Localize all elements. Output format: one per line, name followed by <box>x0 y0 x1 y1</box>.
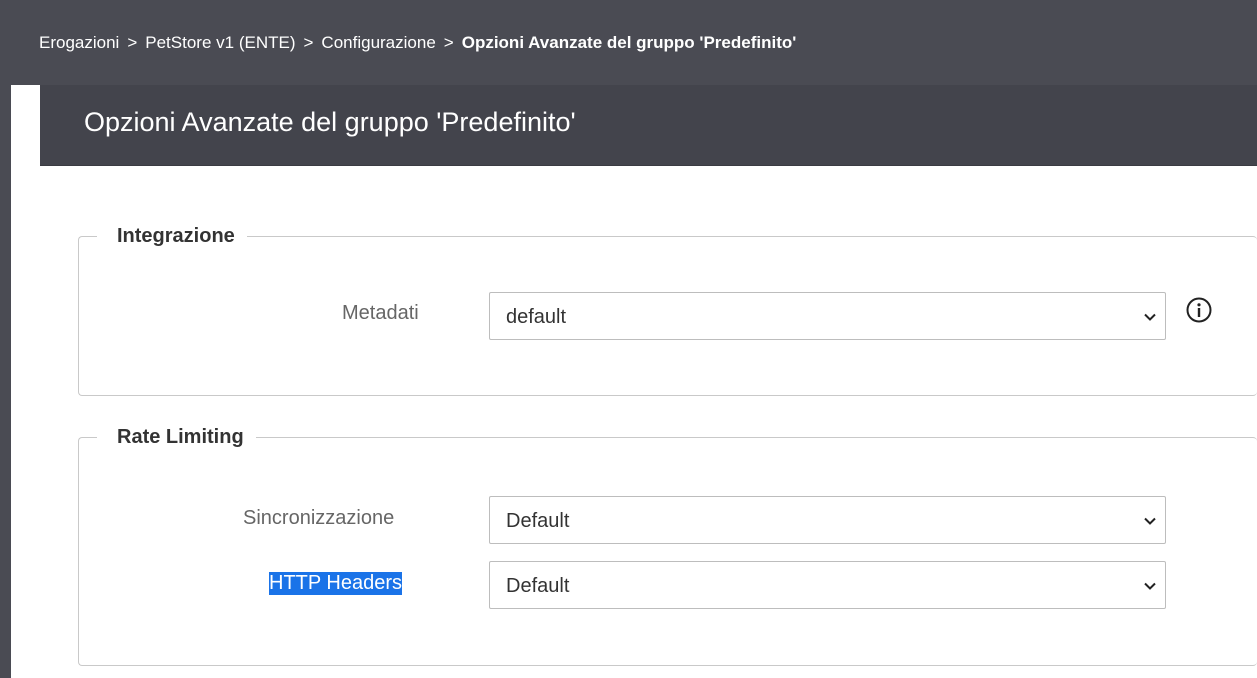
chevron-down-icon <box>1144 582 1156 590</box>
breadcrumb-link-erogazioni[interactable]: Erogazioni <box>39 33 119 52</box>
http-headers-select-value: Default <box>506 575 570 597</box>
breadcrumb: Erogazioni > PetStore v1 (ENTE) > Configuraz… <box>39 33 796 53</box>
sincronizzazione-select[interactable]: Default <box>489 496 1166 544</box>
breadcrumb-separator: > <box>303 33 314 52</box>
breadcrumb-link-petstore[interactable]: PetStore v1 (ENTE) <box>145 33 295 52</box>
sincronizzazione-label: Sincronizzazione <box>243 507 395 529</box>
page-title: Opzioni Avanzate del gruppo 'Predefinito… <box>84 107 576 137</box>
breadcrumb-current: Opzioni Avanzate del gruppo 'Predefinito… <box>461 33 797 52</box>
http-headers-label: HTTP Headers <box>269 572 403 595</box>
metadati-select[interactable]: default <box>489 292 1166 340</box>
content-card: Opzioni Avanzate del gruppo 'Predefinito… <box>40 85 1257 678</box>
section-rate-limiting-legend: Rate Limiting <box>117 426 244 448</box>
breadcrumb-link-configurazione[interactable]: Configurazione <box>321 33 435 52</box>
section-integrazione-legend: Integrazione <box>117 225 235 247</box>
http-headers-select[interactable]: Default <box>489 561 1166 609</box>
breadcrumb-bar: Erogazioni > PetStore v1 (ENTE) > Configuraz… <box>11 0 1257 85</box>
metadati-select-value: default <box>506 306 567 328</box>
sincronizzazione-select-value: Default <box>506 510 570 532</box>
chevron-down-icon <box>1144 517 1156 525</box>
breadcrumb-separator: > <box>127 33 138 52</box>
chevron-down-icon <box>1144 313 1156 321</box>
metadati-label: Metadati <box>342 302 419 324</box>
page-header: Opzioni Avanzate del gruppo 'Predefinito… <box>40 85 1257 166</box>
info-circle-icon[interactable] <box>1185 296 1213 324</box>
left-rail <box>0 0 11 678</box>
breadcrumb-separator: > <box>443 33 454 52</box>
section-rate-limiting: Rate Limiting <box>78 426 1257 666</box>
